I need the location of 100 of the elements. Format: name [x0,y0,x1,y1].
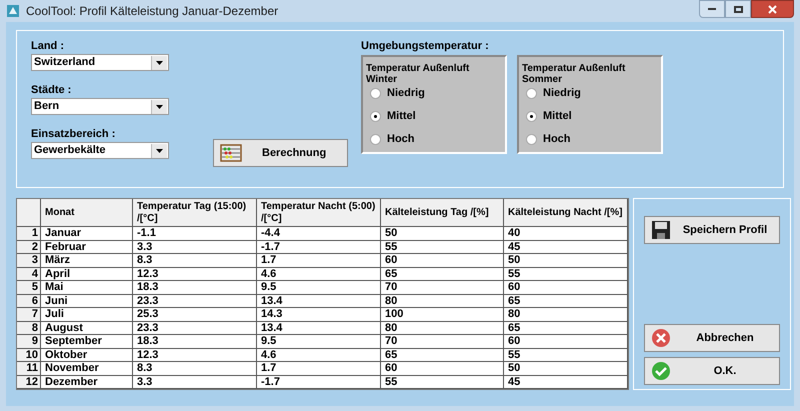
table-cell: 9.5 [261,335,276,348]
table-cell: 100 [385,308,404,320]
column-header: Monat [45,206,74,218]
table-cell: 50 [508,362,520,374]
group-title: Temperatur Außenluft Sommer [522,63,626,85]
abacus-icon [220,144,242,162]
table-cell: 65 [385,268,398,280]
row-number: 8 [32,322,38,334]
table-cell: 3.3 [137,240,152,253]
radio-button[interactable] [370,134,381,144]
table-cell: 60 [508,335,520,348]
field-label: Städte : [31,83,72,97]
table-cell: Mai [45,281,64,294]
radio-button[interactable] [526,88,537,98]
table-cell: -1.1 [137,227,156,240]
save-button[interactable]: Speichern Profil [644,216,780,244]
row-number: 5 [32,281,38,294]
table-cell: 23.3 [137,322,158,334]
radio-label: Hoch [387,132,414,147]
table-cell: 13.4 [261,294,282,307]
radio-button[interactable] [526,134,537,144]
table-cell: November [45,362,99,374]
radio-button[interactable] [370,110,381,122]
row-number: 2 [32,240,38,253]
radio-label: Hoch [543,132,570,147]
table-cell: 80 [508,308,520,320]
table-cell: 8.3 [137,254,152,266]
field-label: Einsatzbereich : [31,127,116,141]
column-header: Temperatur Nacht (5:00) /[°C] [261,200,376,224]
row-number: 12 [26,376,38,388]
radio-label: Mittel [387,108,416,124]
close-icon [651,328,671,348]
row-number: 6 [32,294,38,307]
table-cell: 12.3 [137,268,158,280]
app-icon [6,4,20,18]
table-cell: 70 [385,335,398,348]
dropdown-field[interactable]: Gewerbekälte [31,142,169,159]
row-number: 1 [32,227,38,240]
table-cell: 50 [508,254,520,266]
checkmark-icon [651,361,671,381]
table-cell: 14.3 [261,308,282,320]
table-cell: 8.3 [137,362,152,374]
table-cell: 1.7 [261,254,276,266]
table-cell: 65 [508,322,520,334]
table-cell: 18.3 [137,335,158,348]
table-cell: 60 [385,362,398,374]
section-label: Umgebungstemperatur : [361,39,490,53]
table-cell: 60 [385,254,398,266]
table-cell: August [45,322,83,334]
ok-button[interactable]: O.K. [644,357,780,385]
radio-label: Niedrig [543,86,581,101]
table-cell: 12.3 [137,348,158,361]
table-cell: 9.5 [261,281,276,294]
table-cell: 70 [385,281,398,294]
table-cell: März [45,254,70,266]
column-header: Kälteleistung Nacht /[%] [508,206,622,218]
radio-button[interactable] [526,110,537,122]
row-number: 3 [32,254,38,266]
table-cell: 55 [508,348,520,361]
table-cell: -1.7 [261,240,280,253]
calculate-button[interactable]: Berechnung [213,139,348,167]
table-cell: Oktober [45,348,88,361]
maximize-button[interactable] [725,0,751,18]
row-number: 4 [32,268,38,280]
table-cell: Juli [45,308,64,320]
row-number: 7 [32,308,38,320]
column-header: Kälteleistung Tag /[%] [385,206,489,218]
minimize-button[interactable] [699,0,725,18]
table-cell: 4.6 [261,348,276,361]
cancel-button[interactable]: Abbrechen [644,324,780,352]
table-cell: 40 [508,227,520,240]
column-header: Temperatur Tag (15:00) /[°C] [137,200,248,224]
table-cell: 80 [385,322,398,334]
table-cell: -1.7 [261,376,280,388]
table-cell: 55 [508,268,520,280]
table-cell: 50 [385,227,398,240]
row-number: 10 [26,348,38,361]
table-cell: 25.3 [137,308,158,320]
radio-label: Mittel [543,108,572,124]
table-cell: Februar [45,240,86,253]
dropdown-field[interactable]: Switzerland [31,54,169,71]
table-cell: 45 [508,376,520,388]
table-cell: April [45,268,70,280]
table-cell: 80 [385,294,398,307]
close-button[interactable] [751,0,794,18]
table-cell: -4.4 [261,227,280,240]
table-cell: 23.3 [137,294,158,307]
close-icon [768,4,777,14]
table-cell: Juni [45,294,68,307]
table-cell: 65 [508,294,520,307]
dropdown-field[interactable]: Bern [31,98,169,115]
table-cell: 45 [508,240,520,253]
table-cell: 1.7 [261,362,276,374]
table-cell: 55 [385,240,398,253]
table-cell: 60 [508,281,520,294]
table-cell: 13.4 [261,322,282,334]
table-cell: 55 [385,376,398,388]
radio-label: Niedrig [387,86,425,101]
radio-button[interactable] [370,88,381,98]
table-cell: 4.6 [261,268,276,280]
